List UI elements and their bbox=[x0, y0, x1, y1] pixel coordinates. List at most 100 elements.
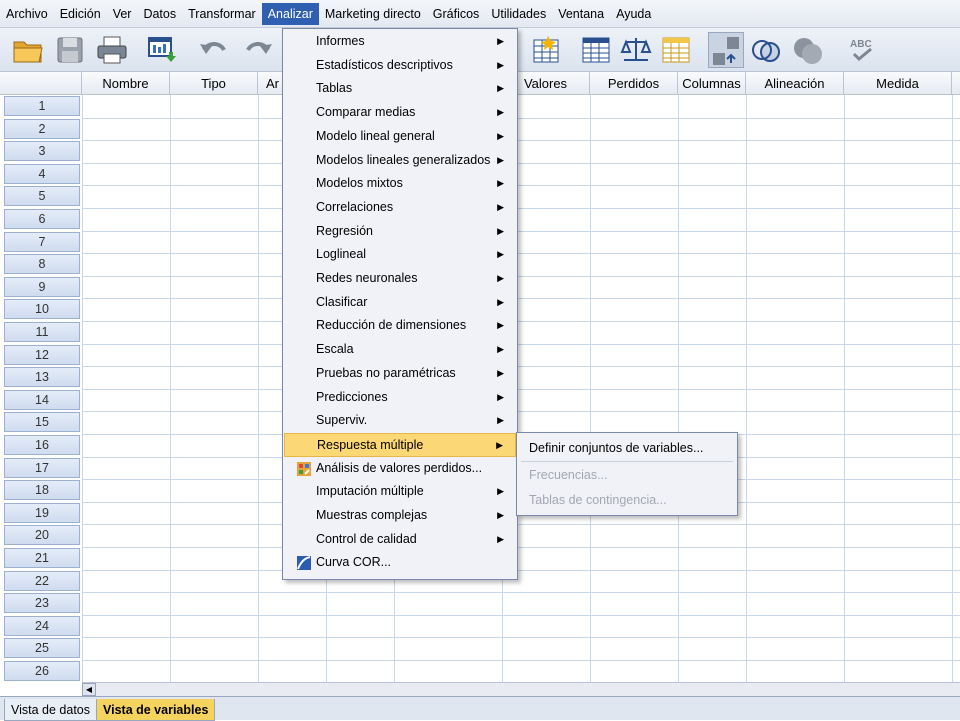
menu-item-label: Imputación múltiple bbox=[316, 484, 424, 499]
menu-item-reduccion-de-dimensiones[interactable]: Reducción de dimensiones ▶ bbox=[284, 314, 516, 338]
menu-item-clasificar[interactable]: Clasificar ▶ bbox=[284, 291, 516, 315]
menu-graficos[interactable]: Gráficos bbox=[427, 3, 486, 25]
menu-ayuda[interactable]: Ayuda bbox=[610, 3, 657, 25]
column-header-columnas[interactable]: Columnas bbox=[678, 72, 746, 95]
menu-item-informes[interactable]: Informes ▶ bbox=[284, 30, 516, 54]
column-header-medida[interactable]: Medida bbox=[844, 72, 952, 95]
undo-icon[interactable] bbox=[196, 32, 232, 68]
row-header[interactable]: 17 bbox=[4, 457, 80, 478]
menu-item-comparar-medias[interactable]: Comparar medias ▶ bbox=[284, 101, 516, 125]
row-header[interactable]: 4 bbox=[4, 163, 80, 184]
menu-item-regresion[interactable]: Regresión ▶ bbox=[284, 220, 516, 244]
missing-values-icon bbox=[296, 461, 312, 477]
row-header[interactable]: 10 bbox=[4, 299, 80, 320]
select-cases-icon[interactable] bbox=[528, 32, 564, 68]
redo-icon[interactable] bbox=[240, 32, 276, 68]
grid-row-line bbox=[82, 637, 960, 639]
row-header[interactable]: 9 bbox=[4, 276, 80, 297]
menu-item-imputacion-multiple[interactable]: Imputación múltiple ▶ bbox=[284, 480, 516, 504]
row-header[interactable]: 12 bbox=[4, 344, 80, 365]
menu-edicion[interactable]: Edición bbox=[54, 3, 107, 25]
row-header[interactable]: 19 bbox=[4, 502, 80, 523]
menu-item-label: Muestras complejas bbox=[316, 508, 428, 522]
tab-vista-de-variables[interactable]: Vista de variables bbox=[96, 699, 216, 721]
menu-item-label: Comparar medias bbox=[316, 105, 416, 120]
sets-icon[interactable] bbox=[748, 32, 784, 68]
split-file-icon[interactable] bbox=[658, 32, 694, 68]
column-header-tipo[interactable]: Tipo bbox=[170, 72, 258, 95]
menu-item-estadisticos-descriptivos[interactable]: Estadísticos descriptivos ▶ bbox=[284, 54, 516, 78]
row-header[interactable]: 8 bbox=[4, 254, 80, 275]
row-header[interactable]: 18 bbox=[4, 480, 80, 501]
menu-item-muestras-complejas[interactable]: Muestras complejas ▶ bbox=[284, 504, 516, 528]
menu-datos[interactable]: Datos bbox=[137, 3, 182, 25]
row-header[interactable]: 1 bbox=[4, 96, 80, 116]
save-icon[interactable] bbox=[52, 32, 88, 68]
corner-cell[interactable] bbox=[0, 72, 82, 95]
row-header[interactable]: 7 bbox=[4, 231, 80, 252]
grid-row-line bbox=[82, 208, 960, 209]
grid-row-line bbox=[82, 321, 960, 322]
column-header-alineacion[interactable]: Alineación bbox=[746, 72, 844, 95]
menu-item-control-de-calidad[interactable]: Control de calidad ▶ bbox=[284, 528, 516, 552]
horizontal-scrollbar[interactable]: ◀ bbox=[82, 682, 960, 696]
spell-check-icon[interactable]: ABC bbox=[846, 32, 882, 68]
submenu-separator bbox=[521, 461, 733, 462]
menu-marketing-directo[interactable]: Marketing directo bbox=[319, 3, 427, 25]
open-folder-icon[interactable] bbox=[10, 32, 46, 68]
row-header[interactable]: 11 bbox=[4, 322, 80, 342]
value-labels-icon[interactable] bbox=[708, 32, 744, 68]
row-header[interactable]: 23 bbox=[4, 593, 80, 614]
menu-ver[interactable]: Ver bbox=[107, 3, 138, 25]
dialog-recall-icon[interactable] bbox=[144, 32, 180, 68]
row-header[interactable]: 13 bbox=[4, 367, 80, 388]
row-header[interactable]: 14 bbox=[4, 389, 80, 410]
row-header[interactable]: 22 bbox=[4, 570, 80, 591]
insert-variable-icon[interactable] bbox=[578, 32, 614, 68]
row-header[interactable]: 25 bbox=[4, 638, 80, 659]
row-header[interactable]: 21 bbox=[4, 548, 80, 568]
menu-item-superviv[interactable]: Superviv. ▶ bbox=[284, 409, 516, 433]
row-header[interactable]: 15 bbox=[4, 412, 80, 433]
grid-row-line bbox=[82, 185, 960, 187]
submenu-arrow-icon: ▶ bbox=[497, 249, 504, 260]
view-tabs: Vista de datos Vista de variables bbox=[0, 696, 960, 721]
menu-item-definir-conjuntos[interactable]: Definir conjuntos de variables... bbox=[529, 436, 703, 460]
menu-item-correlaciones[interactable]: Correlaciones ▶ bbox=[284, 196, 516, 220]
row-header[interactable]: 26 bbox=[4, 661, 80, 681]
menu-analizar[interactable]: Analizar bbox=[261, 2, 319, 25]
grid-row-line bbox=[82, 162, 960, 164]
menu-item-pruebas-no-parametricas[interactable]: Pruebas no paramétricas ▶ bbox=[284, 362, 516, 386]
column-header-perdidos[interactable]: Perdidos bbox=[590, 72, 678, 95]
menu-item-respuesta-multiple[interactable]: Respuesta múltiple ▶ bbox=[284, 432, 516, 457]
menu-ventana[interactable]: Ventana bbox=[552, 3, 610, 25]
submenu-arrow-icon: ▶ bbox=[497, 533, 504, 544]
row-header[interactable]: 20 bbox=[4, 525, 80, 546]
menu-item-modelos-mixtos[interactable]: Modelos mixtos ▶ bbox=[284, 172, 516, 196]
submenu-arrow-icon: ▶ bbox=[497, 296, 504, 307]
scroll-left-icon[interactable]: ◀ bbox=[82, 683, 96, 696]
menu-item-escala[interactable]: Escala ▶ bbox=[284, 338, 516, 362]
print-icon[interactable] bbox=[94, 32, 130, 68]
menu-archivo[interactable]: Archivo bbox=[0, 3, 54, 25]
row-header[interactable]: 16 bbox=[4, 435, 80, 455]
menu-item-loglineal[interactable]: Loglineal ▶ bbox=[284, 243, 516, 267]
menu-item-curva-cor[interactable]: Curva COR... bbox=[284, 551, 516, 575]
menu-item-redes-neuronales[interactable]: Redes neuronales ▶ bbox=[284, 267, 516, 291]
menu-item-predicciones[interactable]: Predicciones ▶ bbox=[284, 386, 516, 410]
row-header[interactable]: 5 bbox=[4, 186, 80, 207]
use-sets-icon[interactable] bbox=[790, 32, 826, 68]
row-header[interactable]: 24 bbox=[4, 615, 80, 636]
menu-item-tablas[interactable]: Tablas ▶ bbox=[284, 77, 516, 101]
menu-item-analisis-de-valores-perdidos[interactable]: Análisis de valores perdidos... bbox=[284, 457, 516, 481]
row-header[interactable]: 6 bbox=[4, 209, 80, 229]
row-header[interactable]: 2 bbox=[4, 118, 80, 139]
row-header[interactable]: 3 bbox=[4, 141, 80, 162]
tab-vista-de-datos[interactable]: Vista de datos bbox=[4, 699, 97, 721]
menu-transformar[interactable]: Transformar bbox=[182, 3, 262, 25]
column-header-nombre[interactable]: Nombre bbox=[82, 72, 170, 95]
menu-utilidades[interactable]: Utilidades bbox=[485, 3, 552, 25]
menu-item-modelo-lineal-general[interactable]: Modelo lineal general ▶ bbox=[284, 125, 516, 149]
menu-item-modelos-lineales-generalizados[interactable]: Modelos lineales generalizados ▶ bbox=[284, 149, 516, 173]
weight-cases-icon[interactable] bbox=[618, 32, 654, 68]
